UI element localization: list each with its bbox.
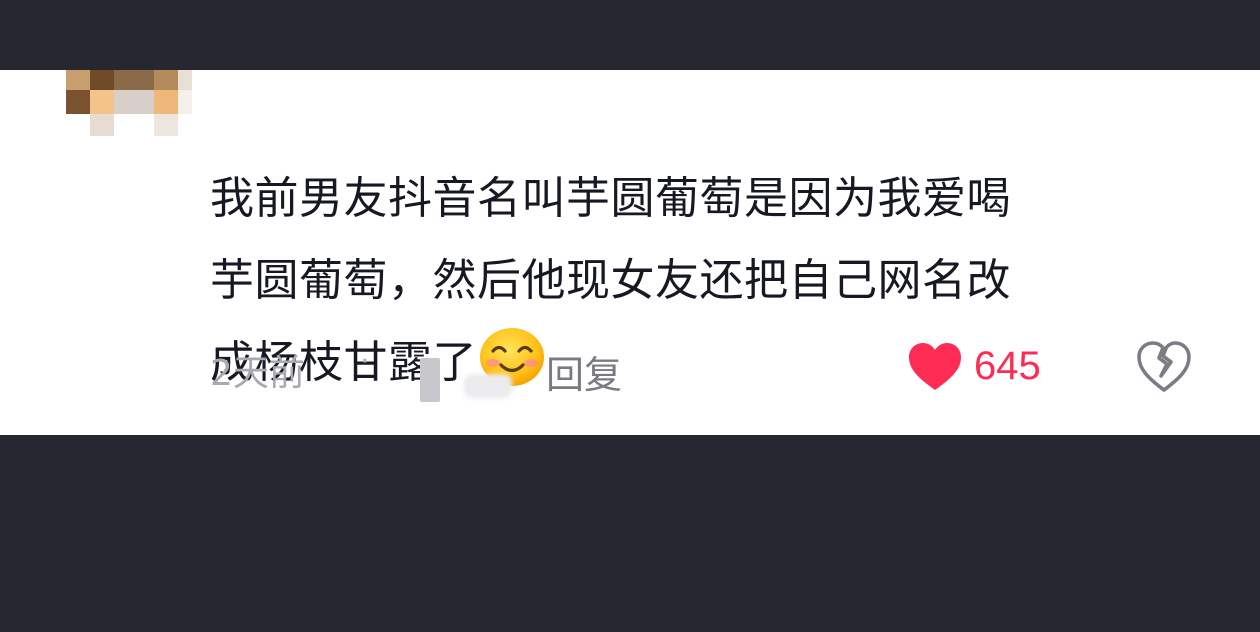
- like-count: 645: [974, 344, 1041, 388]
- reply-button[interactable]: 回复: [546, 344, 622, 399]
- bottom-dark-band: [0, 435, 1260, 632]
- comment-line-2: 芋圆葡萄，然后他现女友还把自己网名改: [210, 255, 1011, 306]
- comment-meta-row: 2天前 · 回复 645: [210, 340, 1210, 402]
- location-blurred: [420, 358, 440, 402]
- screen: 我前男友抖音名叫芋圆葡萄是因为我爱喝 芋圆葡萄，然后他现女友还把自己网名改 成杨…: [0, 0, 1260, 632]
- avatar[interactable]: [66, 70, 192, 136]
- heart-icon: [908, 342, 962, 396]
- separator-dot: ·: [360, 344, 370, 379]
- top-dark-band: [0, 0, 1260, 70]
- comment-line-1: 我前男友抖音名叫芋圆葡萄是因为我爱喝: [210, 173, 1011, 224]
- broken-heart-icon[interactable]: [1136, 340, 1192, 398]
- comment-time: 2天前: [210, 353, 305, 394]
- location-blurred-text: [464, 374, 512, 398]
